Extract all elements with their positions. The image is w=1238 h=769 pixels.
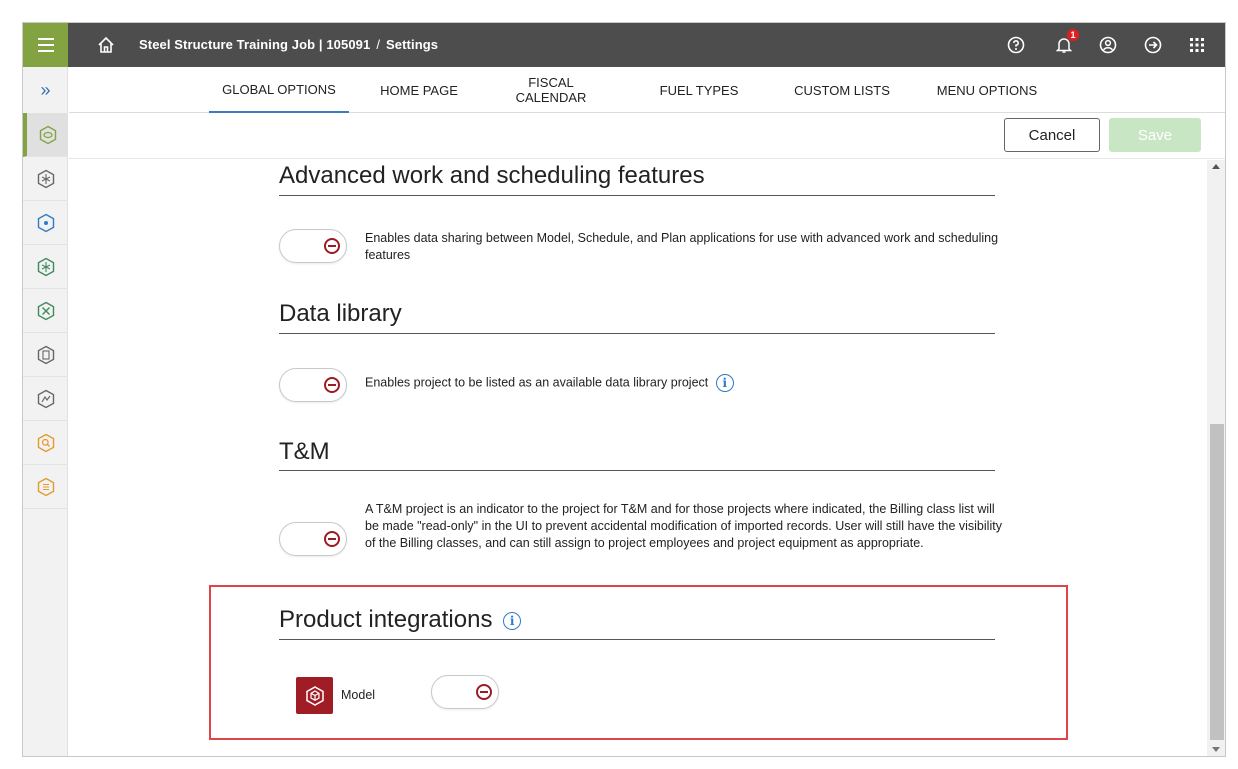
- breadcrumb-project[interactable]: Steel Structure Training Job | 105091: [139, 37, 370, 52]
- tab-global-options[interactable]: GLOBAL OPTIONS: [209, 67, 349, 113]
- save-button[interactable]: Save: [1109, 118, 1201, 152]
- tab-bar: GLOBAL OPTIONS HOME PAGE FISCAL CALENDAR…: [69, 67, 1225, 113]
- tab-menu-options[interactable]: MENU OPTIONS: [929, 67, 1045, 113]
- rail-item-analytics[interactable]: [23, 377, 68, 421]
- breadcrumb-page: Settings: [386, 37, 439, 52]
- tab-fuel-types[interactable]: FUEL TYPES: [654, 67, 744, 113]
- model-hex-icon: [37, 169, 54, 188]
- scroll-thumb[interactable]: [1210, 424, 1224, 740]
- description-data-library-text: Enables project to be listed as an avail…: [365, 375, 709, 390]
- help-icon[interactable]: [1005, 34, 1027, 56]
- breadcrumb: Steel Structure Training Job | 105091 / Se…: [139, 37, 438, 52]
- sign-out-icon[interactable]: [1142, 34, 1164, 56]
- section-title-advanced: Advanced work and scheduling features: [279, 162, 705, 189]
- toggle-off-icon: [324, 531, 340, 547]
- section-title-data-library: Data library: [279, 300, 402, 327]
- rail-item-plan[interactable]: [23, 245, 68, 289]
- menu-icon[interactable]: [23, 23, 68, 67]
- tab-custom-lists[interactable]: CUSTOM LISTS: [787, 67, 897, 113]
- search-hex-icon: [37, 433, 54, 452]
- plan-hex-icon: [37, 257, 54, 276]
- notification-badge: 1: [1067, 29, 1079, 41]
- rail-item-tools[interactable]: [23, 289, 68, 333]
- action-bar: Cancel Save: [69, 113, 1225, 159]
- vertical-scrollbar[interactable]: [1207, 160, 1225, 756]
- toggle-data-library[interactable]: [279, 368, 347, 402]
- expand-rail-icon[interactable]: »: [23, 67, 68, 113]
- app-launcher-grid-icon[interactable]: [1186, 34, 1208, 56]
- section-title-tm: T&M: [279, 438, 330, 465]
- top-bar: Steel Structure Training Job | 105091 / Se…: [23, 23, 1225, 67]
- user-profile-icon[interactable]: [1097, 34, 1119, 56]
- analytics-hex-icon: [37, 389, 54, 408]
- rail-item-search[interactable]: [23, 421, 68, 465]
- hexagon-icon: [39, 125, 56, 144]
- tab-home-page[interactable]: HOME PAGE: [369, 67, 469, 113]
- schedule-hex-icon: [37, 213, 54, 232]
- cancel-button[interactable]: Cancel: [1004, 118, 1100, 152]
- home-icon[interactable]: [97, 36, 115, 54]
- list-hex-icon: [37, 477, 54, 496]
- left-rail: »: [23, 67, 68, 756]
- info-icon[interactable]: i: [715, 374, 734, 392]
- section-divider: [279, 333, 995, 334]
- app-window: Steel Structure Training Job | 105091 / Se…: [22, 22, 1226, 757]
- description-data-library: Enables project to be listed as an avail…: [365, 374, 1005, 392]
- rail-item-documents[interactable]: [23, 333, 68, 377]
- rail-item-schedule[interactable]: [23, 201, 68, 245]
- highlight-box: [209, 585, 1068, 740]
- section-divider: [279, 195, 995, 196]
- toggle-advanced-features[interactable]: [279, 229, 347, 263]
- scroll-down-arrow-icon[interactable]: [1212, 747, 1220, 752]
- rail-item-model[interactable]: [23, 157, 68, 201]
- rail-item-settings[interactable]: [23, 113, 68, 157]
- documents-hex-icon: [37, 345, 54, 364]
- description-tm: A T&M project is an indicator to the pro…: [365, 502, 1002, 550]
- rail-item-list[interactable]: [23, 465, 68, 509]
- tab-fiscal-calendar[interactable]: FISCAL CALENDAR: [509, 67, 593, 113]
- scroll-up-arrow-icon[interactable]: [1212, 164, 1220, 169]
- tools-hex-icon: [37, 301, 54, 320]
- description-advanced: Enables data sharing between Model, Sche…: [365, 231, 999, 262]
- section-divider: [279, 470, 995, 471]
- toggle-off-icon: [324, 238, 340, 254]
- breadcrumb-separator: /: [376, 37, 381, 52]
- toggle-tm[interactable]: [279, 522, 347, 556]
- toggle-off-icon: [324, 377, 340, 393]
